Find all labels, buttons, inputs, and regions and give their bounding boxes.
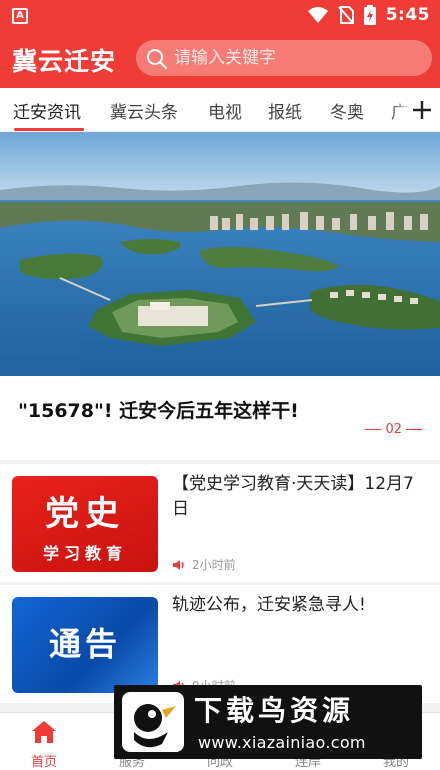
home-icon — [32, 721, 56, 743]
no-sim-icon — [337, 6, 354, 24]
news-title[interactable]: 【党史学习教育·天天读】12月7日 — [172, 472, 430, 522]
pager-line-left — [365, 429, 382, 430]
thumb-big-text: 党史 — [45, 494, 125, 534]
search-box[interactable] — [136, 40, 432, 76]
bird-logo-icon — [122, 692, 184, 752]
pager-line-right — [406, 429, 422, 430]
tab-tv[interactable]: 电视 — [208, 98, 242, 123]
tab-qianan-news[interactable]: 迁安资讯 — [13, 98, 81, 123]
battery-charging-icon — [363, 5, 376, 25]
status-icons: 5:45 — [307, 5, 430, 25]
news-title[interactable]: 轨迹公布，迁安紧急寻人! — [172, 593, 430, 618]
status-time: 5:45 — [385, 5, 430, 25]
speaker-icon[interactable] — [172, 559, 186, 571]
thumb-big-text: 通告 — [48, 625, 121, 663]
news-item[interactable]: 党史 学习教育 【党史学习教育·天天读】12月7日 2小时前 — [0, 464, 440, 582]
app-header: 冀云迁安 — [0, 32, 440, 88]
pager-number: 02 — [385, 422, 402, 437]
news-thumbnail: 党史 学习教育 — [12, 476, 158, 572]
tab-winter-olympics[interactable]: 冬奥 — [330, 98, 364, 123]
banner-caption[interactable]: "15678"! 迁安今后五年这样干! 02 — [0, 376, 440, 460]
category-tabs: 迁安资讯 冀云头条 电视 报纸 冬奥 广 — [0, 88, 440, 132]
app-notification-icon: A — [12, 8, 28, 24]
news-thumbnail: 通告 — [12, 597, 158, 693]
news-time: 2小时前 — [192, 558, 236, 572]
tab-jiyun-headlines[interactable]: 冀云头条 — [110, 98, 178, 123]
active-tab-indicator — [14, 128, 84, 131]
wifi-icon — [307, 7, 328, 23]
nav-home[interactable]: 首页 — [0, 713, 88, 770]
watermark-url: www.xiazainiao.com — [198, 733, 366, 752]
banner-pager: 02 — [365, 422, 422, 437]
thumb-small-text: 学习教育 — [42, 544, 127, 563]
status-bar: A 5:45 — [0, 0, 440, 32]
plus-icon[interactable] — [412, 100, 432, 120]
nav-label: 首页 — [30, 755, 57, 770]
banner-headline[interactable]: "15678"! 迁安今后五年这样干! — [18, 396, 299, 423]
banner-image[interactable] — [0, 132, 440, 376]
watermark-overlay: 下载鸟资源 www.xiazainiao.com — [114, 685, 422, 759]
search-input[interactable] — [174, 40, 414, 76]
lake-aerial-photo — [0, 132, 440, 376]
app-brand: 冀云迁安 — [12, 47, 117, 76]
watermark-title: 下载鸟资源 — [194, 694, 355, 727]
search-icon — [147, 49, 168, 70]
news-meta: 2小时前 — [172, 556, 236, 573]
tab-newspaper[interactable]: 报纸 — [268, 98, 302, 123]
